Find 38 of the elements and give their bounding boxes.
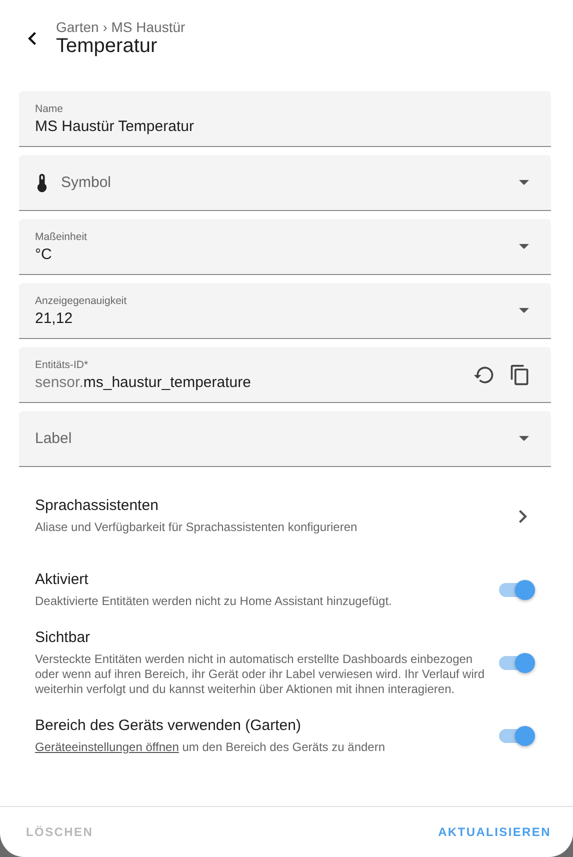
select-field[interactable]: Maßeinheit °C [19, 219, 551, 275]
copy-icon [509, 364, 531, 386]
row-description: Deaktivierte Entitäten werden nicht zu Home Assistant hinzugefügt. [35, 594, 393, 609]
field-placeholder: Label [35, 430, 73, 447]
row-description: Geräteeinstellungen öffnen um den Bereich des Geräts zu ändern [35, 740, 386, 755]
select-field[interactable]: Anzeigegenauigkeit 21,12 [19, 283, 551, 339]
field-value: 21,12 [35, 310, 74, 326]
link[interactable]: Geräteeinstellungen öffnen [35, 740, 179, 754]
toggle-switch[interactable] [497, 578, 537, 602]
toggle-switch[interactable] [497, 724, 537, 748]
row-title: Bereich des Geräts verwenden (Garten) [35, 717, 302, 734]
row-title: Sichtbar [35, 629, 92, 646]
entity-id-field[interactable]: Entitäts-ID* sensor.ms_haustur_temperature [19, 347, 551, 403]
breadcrumb: Garten › MS Haustür [56, 18, 186, 34]
field-value: sensor.ms_haustur_temperature [35, 374, 252, 390]
voice-assistants-row[interactable]: Sprachassistenten Aliase und Verfügbarkeit für Sprachassistenten konfigurieren [19, 475, 551, 547]
field-label: Maßeinheit [35, 230, 88, 242]
dropdown-caret-icon [519, 244, 529, 249]
field-value: MS Haustür Temperatur [35, 118, 195, 134]
select-field[interactable]: Label [19, 411, 551, 467]
row-title: Aktiviert [35, 571, 90, 588]
row-description: Versteckte Entitäten werden nicht in automatisch erstellte Dashboards einbezogen oder wenn auf ihren Bereich, ihr Gerät oder ihr Label verwiesen wird. Ihr Verlauf wird weiterhin verfolgt und du kannst weiterhin über Aktionen mit ihnen interagieren. [35, 652, 485, 697]
field-placeholder: Symbol [61, 174, 112, 191]
field-label: Anzeigegenauigkeit [35, 294, 128, 306]
field-label: Entitäts-ID* [35, 358, 90, 370]
select-field[interactable]: Symbol [19, 155, 551, 211]
row-title: Sprachassistenten [35, 497, 160, 514]
dialog-title: Temperatur [56, 34, 158, 58]
toggle-switch[interactable] [497, 651, 537, 675]
row-description: Aliase und Verfügbarkeit für Sprachassistenten konfigurieren [35, 520, 358, 535]
field-value: °C [35, 246, 53, 262]
chevron-right-icon [519, 510, 527, 522]
chevron-left-icon [28, 32, 36, 44]
dropdown-caret-icon [519, 308, 529, 313]
dropdown-caret-icon [519, 436, 529, 441]
text-field[interactable]: Name MS Haustür Temperatur [19, 91, 551, 147]
dropdown-caret-icon [519, 180, 529, 185]
field-label: Name [35, 102, 64, 114]
